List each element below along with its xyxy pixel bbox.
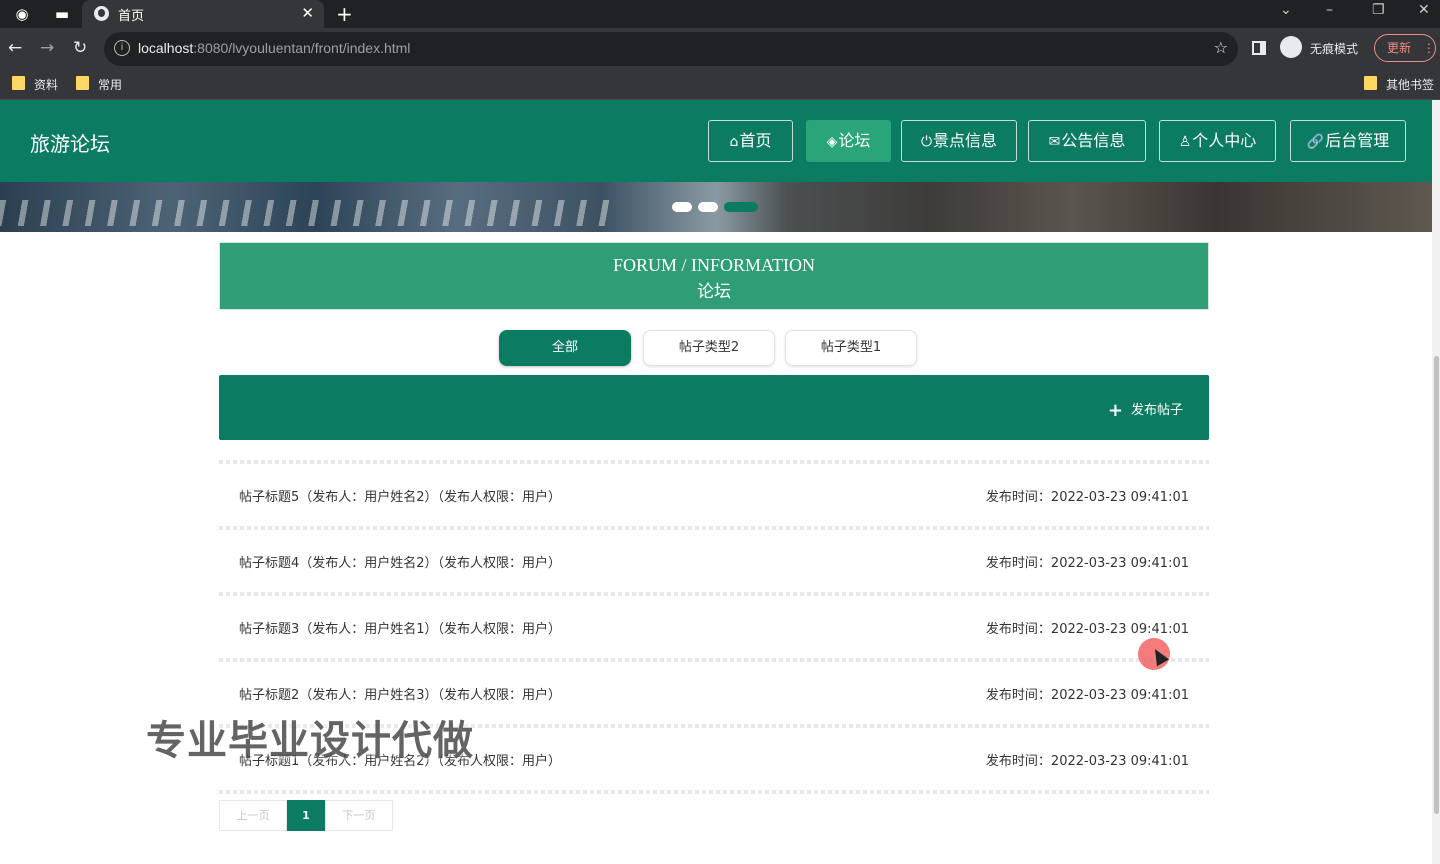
incognito-label: 无痕模式: [1310, 42, 1359, 56]
post-title[interactable]: 帖子标题5（发布人：用户姓名2）（发布人权限：用户）: [239, 486, 561, 505]
new-tab-button[interactable]: +: [336, 2, 353, 26]
watermark-text: 专业毕业设计代做: [146, 718, 474, 764]
banner-image: [0, 200, 620, 226]
page-viewport: 旅游论坛 ⌂首页 ◈论坛 ⏻景点信息 ✉公告信息 ♙个人中心 🔗后台管理 FOR…: [0, 100, 1440, 864]
nav-admin[interactable]: 🔗后台管理: [1290, 120, 1406, 162]
more-menu-icon[interactable]: ⋮: [1423, 41, 1435, 55]
window-close-icon[interactable]: ✕: [1418, 2, 1430, 18]
post-toolbar: + 发布帖子: [219, 375, 1209, 440]
list-end: [219, 790, 1209, 796]
prev-page-button[interactable]: 上一页: [219, 800, 287, 831]
omnibox[interactable]: i localhost:8080/lvyouluentan/front/inde…: [104, 32, 1238, 66]
section-title-cn: 论坛: [697, 282, 731, 302]
update-button[interactable]: 更新 ⋮: [1374, 34, 1436, 62]
globe-icon: [94, 6, 109, 21]
site-info-icon[interactable]: i: [114, 40, 130, 56]
address-bar-row: ← → ↻ i localhost:8080/lvyouluentan/fron…: [0, 28, 1440, 70]
list-item[interactable]: 帖子标题3（发布人：用户姓名1）（发布人权限：用户） 发布时间：2022-03-…: [219, 592, 1209, 658]
incognito-icon: [1280, 36, 1302, 58]
tab-list-icon[interactable]: ⌄: [1280, 2, 1292, 18]
layers-icon: ◈: [826, 134, 838, 150]
next-page-button[interactable]: 下一页: [325, 800, 393, 831]
post-title[interactable]: 帖子标题2（发布人：用户姓名3）（发布人权限：用户）: [239, 684, 561, 703]
restore-icon[interactable]: ❐: [1372, 2, 1385, 18]
row-divider: [219, 592, 1209, 596]
browser-profile-icon[interactable]: ◉: [12, 4, 32, 24]
site-logo[interactable]: 旅游论坛: [30, 128, 110, 157]
carousel-dot[interactable]: [672, 202, 692, 212]
tab-title: 首页: [118, 9, 145, 24]
user-icon: ♙: [1178, 134, 1192, 150]
list-item[interactable]: 帖子标题5（发布人：用户姓名2）（发布人权限：用户） 发布时间：2022-03-…: [219, 460, 1209, 526]
row-divider: [219, 526, 1209, 530]
bookmark-folder[interactable]: 资料: [12, 76, 58, 93]
row-divider: [219, 790, 1209, 794]
post-time: 发布时间：2022-03-23 09:41:01: [985, 688, 1189, 703]
other-bookmarks[interactable]: 其他书签: [1364, 76, 1434, 93]
post-title[interactable]: 帖子标题4（发布人：用户姓名2）（发布人权限：用户）: [239, 552, 561, 571]
site-header: 旅游论坛 ⌂首页 ◈论坛 ⏻景点信息 ✉公告信息 ♙个人中心 🔗后台管理: [0, 100, 1432, 182]
link-icon: 🔗: [1306, 134, 1325, 150]
section-title-en: FORUM / INFORMATION: [612, 255, 816, 275]
tab-search-icon[interactable]: ▬: [52, 4, 72, 24]
nav-announcements[interactable]: ✉公告信息: [1028, 120, 1146, 162]
reload-icon[interactable]: ↻: [73, 38, 87, 58]
post-title[interactable]: 帖子标题3（发布人：用户姓名1）（发布人权限：用户）: [239, 618, 561, 637]
minimize-icon[interactable]: –: [1326, 2, 1333, 18]
nav-forum[interactable]: ◈论坛: [806, 120, 891, 162]
row-divider: [219, 658, 1209, 662]
power-icon: ⏻: [920, 134, 933, 150]
nav-user-center[interactable]: ♙个人中心: [1159, 120, 1276, 162]
bookmark-star-icon[interactable]: ☆: [1214, 38, 1228, 57]
post-time: 发布时间：2022-03-23 09:41:01: [985, 622, 1189, 637]
url-text[interactable]: localhost:8080/lvyouluentan/front/index.…: [138, 40, 410, 56]
row-divider: [219, 460, 1209, 464]
publish-post-button[interactable]: + 发布帖子: [1108, 399, 1183, 421]
post-time: 发布时间：2022-03-23 09:41:01: [985, 490, 1189, 505]
side-panel-icon[interactable]: [1252, 41, 1266, 55]
back-icon[interactable]: ←: [8, 38, 22, 58]
carousel-dot-active[interactable]: [724, 202, 758, 212]
post-time: 发布时间：2022-03-23 09:41:01: [985, 556, 1189, 571]
bookmark-folder[interactable]: 常用: [76, 76, 122, 93]
filter-all[interactable]: 全部: [499, 330, 631, 366]
filter-type2[interactable]: 帖子类型2: [643, 330, 775, 366]
browser-tab-strip: ◉ ▬ 首页 ✕ + ⌄ – ❐ ✕: [0, 0, 1440, 28]
scrollbar-thumb[interactable]: [1434, 356, 1439, 814]
bookmarks-bar: 资料 常用 其他书签: [0, 70, 1440, 100]
page-number-current[interactable]: 1: [287, 800, 325, 831]
plus-icon: +: [1107, 400, 1123, 421]
list-item[interactable]: 帖子标题4（发布人：用户姓名2）（发布人权限：用户） 发布时间：2022-03-…: [219, 526, 1209, 592]
nav-attractions[interactable]: ⏻景点信息: [901, 120, 1017, 162]
filter-type1[interactable]: 帖子类型1: [785, 330, 917, 366]
nav-home[interactable]: ⌂首页: [708, 120, 793, 162]
carousel-dot[interactable]: [698, 202, 718, 212]
post-time: 发布时间：2022-03-23 09:41:01: [985, 754, 1189, 769]
mail-icon: ✉: [1048, 134, 1061, 150]
home-icon: ⌂: [729, 134, 739, 150]
browser-tab[interactable]: 首页 ✕: [82, 0, 324, 28]
tab-close-icon[interactable]: ✕: [301, 4, 314, 22]
forward-icon[interactable]: →: [40, 38, 54, 58]
banner-carousel[interactable]: [0, 182, 1432, 232]
section-header: FORUM / INFORMATION 论坛: [219, 242, 1209, 310]
